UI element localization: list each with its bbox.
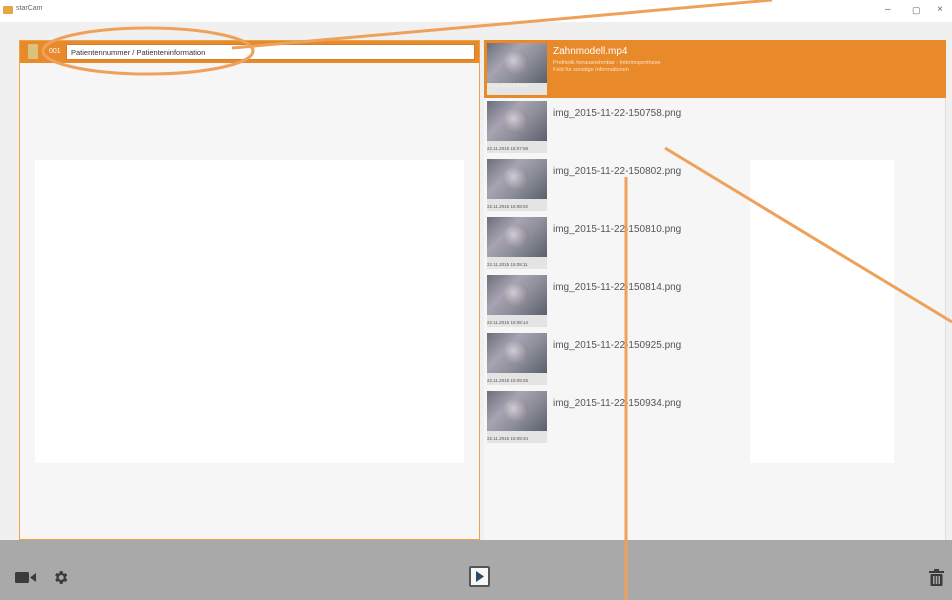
media-name: img_2015-11-22-150925.png — [553, 340, 682, 351]
image-thumbnail: 22.11.2015 15:08:14 — [487, 275, 547, 327]
media-item-image[interactable]: 22.11.2015 15:09:34 img_2015-11-22-15093… — [484, 388, 946, 446]
media-item-image[interactable]: 22.11.2015 15:08:14 img_2015-11-22-15081… — [484, 272, 946, 330]
folder-icon — [28, 44, 38, 59]
media-description: Prothetik herausnehmbar - Interimsprothe… — [553, 60, 661, 66]
image-thumbnail: 22.11.2015 15:09:25 — [487, 333, 547, 385]
media-name: img_2015-11-22-150814.png — [553, 282, 682, 293]
thumbnail-image — [487, 275, 547, 315]
thumbnail-image — [487, 43, 547, 83]
image-thumbnail: 22.11.2015 15:08:11 — [487, 217, 547, 269]
media-item-image[interactable]: 22.11.2015 15:07:58 img_2015-11-22-15075… — [484, 98, 946, 156]
thumbnail-timestamp: 22.11.2015 15:08:02 — [487, 204, 528, 209]
media-name: img_2015-11-22-150810.png — [553, 224, 682, 235]
media-name: img_2015-11-22-150758.png — [553, 108, 682, 119]
thumbnail-image — [487, 159, 547, 199]
media-name: img_2015-11-22-150802.png — [553, 166, 682, 177]
video-camera-icon[interactable] — [15, 571, 37, 584]
window-title: starCam — [16, 5, 43, 12]
patient-number: 001 — [49, 48, 61, 55]
thumbnail-image — [487, 217, 547, 257]
thumbnail-image — [487, 101, 547, 141]
preview-area — [35, 160, 464, 463]
close-button[interactable]: × — [937, 5, 943, 15]
title-bar: starCam – ▢ × — [0, 0, 952, 22]
image-thumbnail: 22.11.2015 15:07:58 — [487, 101, 547, 153]
media-item-image[interactable]: 22.11.2015 15:08:02 img_2015-11-22-15080… — [484, 156, 946, 214]
media-description: Feld für sonstige Informationen — [553, 67, 629, 73]
app-logo-icon — [3, 6, 13, 14]
thumbnail-timestamp: 22.11.2015 15:07:54 0:27 — [487, 83, 528, 93]
gear-icon[interactable] — [52, 569, 69, 586]
media-name: Zahnmodell.mp4 — [553, 46, 628, 57]
patient-info-input[interactable] — [66, 44, 475, 60]
play-button[interactable] — [469, 566, 490, 587]
thumbnail-timestamp: 22.11.2015 15:09:34 — [487, 436, 528, 441]
maximize-button[interactable]: ▢ — [912, 5, 921, 15]
thumbnail-image — [487, 391, 547, 431]
media-item-video[interactable]: 22.11.2015 15:07:54 0:27 Zahnmodell.mp4 P… — [484, 40, 946, 98]
media-name: img_2015-11-22-150934.png — [553, 398, 682, 409]
thumbnail-timestamp: 22.11.2015 15:09:25 — [487, 378, 528, 383]
thumbnail-timestamp: 22.11.2015 15:08:14 — [487, 320, 528, 325]
video-thumbnail: 22.11.2015 15:07:54 0:27 — [487, 43, 547, 95]
thumbnail-timestamp: 22.11.2015 15:07:58 — [487, 146, 528, 151]
thumbnail-timestamp: 22.11.2015 15:08:11 — [487, 262, 528, 267]
media-item-image[interactable]: 22.11.2015 15:08:11 img_2015-11-22-15081… — [484, 214, 946, 272]
patient-header: 001 — [20, 41, 479, 63]
play-icon — [476, 571, 484, 582]
trash-icon[interactable] — [929, 569, 944, 586]
bottom-toolbar — [0, 540, 952, 600]
image-thumbnail: 22.11.2015 15:08:02 — [487, 159, 547, 211]
media-list: 22.11.2015 15:07:54 0:27 Zahnmodell.mp4 P… — [484, 40, 946, 446]
image-thumbnail: 22.11.2015 15:09:34 — [487, 391, 547, 443]
media-item-image[interactable]: 22.11.2015 15:09:25 img_2015-11-22-15092… — [484, 330, 946, 388]
minimize-button[interactable]: – — [885, 5, 891, 15]
thumbnail-image — [487, 333, 547, 373]
